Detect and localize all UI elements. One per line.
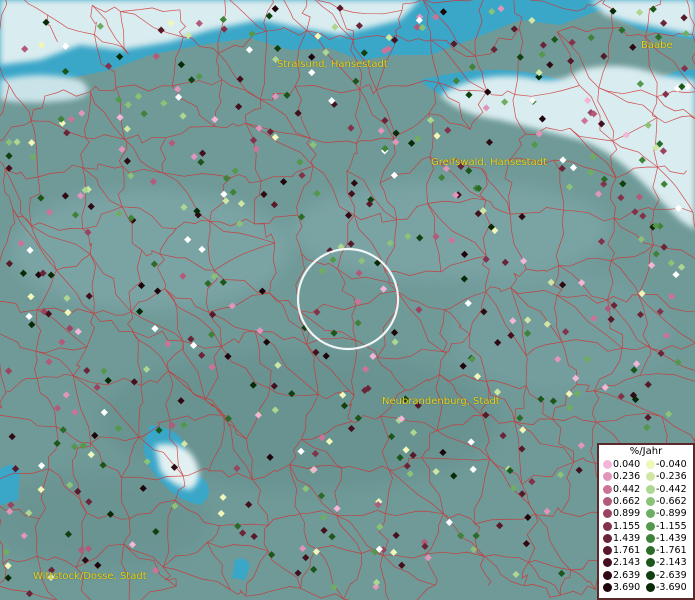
legend-label-negative: -2.143 xyxy=(656,557,687,569)
legend-swatch-positive xyxy=(603,533,612,543)
legend-swatch-negative xyxy=(646,546,655,556)
city-label-baabe: Baabe xyxy=(641,40,673,51)
legend-title: %/Jahr xyxy=(629,446,663,457)
map-canvas[interactable]: Stralsund, Hansestadt Baabe Greifswald, … xyxy=(0,0,695,600)
legend-label-negative: -0.899 xyxy=(656,508,687,520)
legend-label-negative: -0.040 xyxy=(656,459,687,470)
legend-label-negative: -0.662 xyxy=(656,495,687,507)
legend-label-positive: 2.639 xyxy=(613,569,641,581)
legend-swatch-negative xyxy=(646,472,655,482)
map-background xyxy=(0,0,695,600)
legend-swatch-negative xyxy=(646,509,655,519)
legend-label-positive: 2.143 xyxy=(613,557,641,569)
legend-label-negative: -0.236 xyxy=(656,471,687,483)
legend-swatch-positive xyxy=(603,521,612,531)
legend-label-positive: 1.761 xyxy=(613,545,641,557)
legend-swatch-positive xyxy=(603,570,612,580)
legend-label-positive: 0.442 xyxy=(613,483,641,495)
city-label-greifswald: Greifswald, Hansestadt xyxy=(431,157,547,168)
map-legend: %/Jahr 0.040 -0.040 0.236 -0.236 0.442 -0.442… xyxy=(597,443,695,600)
legend-label-positive: 1.439 xyxy=(613,532,641,544)
legend-swatch-positive xyxy=(603,484,612,494)
legend-swatch-negative xyxy=(646,484,655,494)
legend-swatch-positive xyxy=(603,558,612,568)
legend-swatch-positive xyxy=(603,496,612,506)
legend-label-negative: -3.690 xyxy=(656,582,687,593)
legend-swatch-positive xyxy=(603,472,612,482)
city-label-wittstock: Wittstock/Dosse, Stadt xyxy=(33,571,147,582)
legend-swatch-negative xyxy=(646,558,655,568)
legend-label-negative: -2.639 xyxy=(656,569,687,581)
lake-west xyxy=(0,465,20,505)
legend-label-positive: 0.236 xyxy=(613,471,641,483)
legend-label-positive: 0.040 xyxy=(613,459,641,470)
legend-label-negative: -1.439 xyxy=(656,532,687,544)
legend-label-positive: 3.690 xyxy=(613,582,641,593)
legend-swatch-positive xyxy=(603,546,612,556)
legend-swatch-positive xyxy=(603,583,612,592)
legend-swatch-negative xyxy=(646,570,655,580)
legend-swatch-negative xyxy=(646,521,655,531)
legend-label-negative: -1.155 xyxy=(656,520,687,532)
city-label-neubrandenburg: Neubrandenburg, Stadt xyxy=(382,396,500,407)
legend-label-positive: 1.155 xyxy=(613,520,641,532)
city-label-stralsund: Stralsund, Hansestadt xyxy=(277,59,388,70)
legend-swatch-negative xyxy=(646,583,655,592)
legend-label-negative: -0.442 xyxy=(656,483,687,495)
legend-label-positive: 0.899 xyxy=(613,508,641,520)
legend-swatch-negative xyxy=(646,460,655,469)
legend-swatch-negative xyxy=(646,533,655,543)
legend-label-negative: -1.761 xyxy=(656,545,687,557)
legend-label-positive: 0.662 xyxy=(613,495,641,507)
legend-swatch-negative xyxy=(646,496,655,506)
legend-swatch-positive xyxy=(603,460,612,469)
legend-swatch-positive xyxy=(603,509,612,519)
